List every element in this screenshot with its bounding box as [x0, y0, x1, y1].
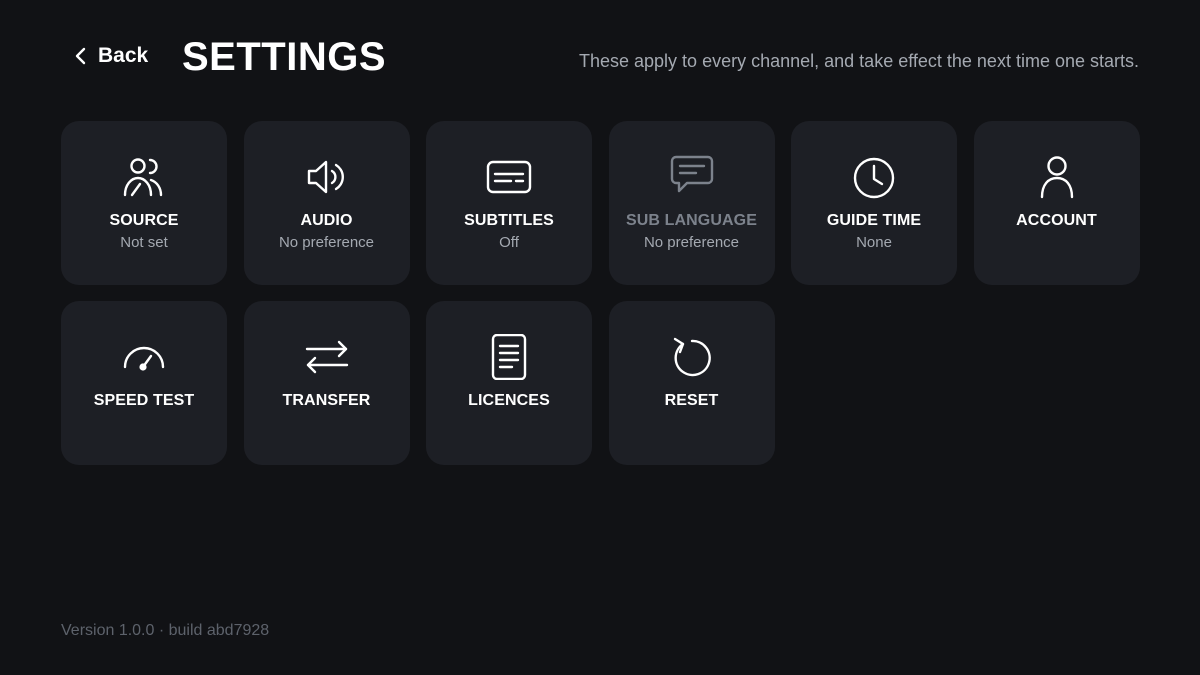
tile-label: SUBTITLES: [464, 212, 554, 229]
chevron-left-icon: [74, 46, 88, 66]
users-icon: [121, 154, 167, 200]
tile-sub-language[interactable]: SUB LANGUAGE No preference: [608, 121, 775, 285]
chat-bubble-icon: [669, 154, 715, 200]
header-note: These apply to every channel, and take e…: [579, 51, 1139, 71]
tile-label: AUDIO: [300, 212, 353, 229]
settings-page: Back SETTINGS These apply to every chann…: [0, 0, 1200, 675]
settings-grid: SOURCE Not set AUDIO No preference SUBTI…: [61, 121, 1140, 465]
tile-audio[interactable]: AUDIO No preference: [243, 121, 410, 285]
transfer-arrows-icon: [304, 334, 350, 380]
tile-account[interactable]: ACCOUNT: [973, 121, 1140, 285]
tile-speed-test[interactable]: SPEED TEST: [61, 301, 227, 465]
back-label: Back: [98, 44, 149, 67]
tile-licences[interactable]: LICENCES: [426, 301, 592, 465]
tile-value: No preference: [278, 234, 375, 251]
tile-value: Not set: [120, 234, 168, 251]
tile-value: Off: [499, 234, 519, 251]
tile-label: ACCOUNT: [1016, 212, 1097, 229]
tile-transfer[interactable]: TRANSFER: [243, 301, 410, 465]
tile-label: SOURCE: [109, 212, 179, 229]
tile-value: None: [856, 234, 892, 251]
tile-source[interactable]: SOURCE Not set: [61, 121, 227, 285]
tile-value: No preference: [643, 234, 740, 251]
subtitles-icon: [486, 154, 532, 200]
reset-icon: [669, 334, 715, 380]
document-icon: [486, 334, 532, 380]
tile-label: GUIDE TIME: [826, 212, 922, 229]
tile-label: SPEED TEST: [93, 392, 195, 409]
header: Back SETTINGS These apply to every chann…: [60, 30, 1140, 90]
speaker-icon: [304, 154, 350, 200]
tile-label: RESET: [664, 392, 719, 409]
tile-guide-time[interactable]: GUIDE TIME None: [791, 121, 957, 285]
tile-label: LICENCES: [468, 392, 550, 409]
back-button[interactable]: Back: [74, 44, 148, 68]
tile-subtitles[interactable]: SUBTITLES Off: [426, 121, 592, 285]
page-title: SETTINGS: [182, 35, 387, 79]
tile-label: TRANSFER: [282, 392, 371, 409]
speedometer-icon: [121, 334, 167, 380]
clock-icon: [851, 154, 897, 200]
tile-reset[interactable]: RESET: [608, 301, 775, 465]
tile-label: SUB LANGUAGE: [626, 212, 757, 229]
user-icon: [1034, 154, 1080, 200]
version-text: Version 1.0.0 · build abd7928: [61, 622, 270, 639]
